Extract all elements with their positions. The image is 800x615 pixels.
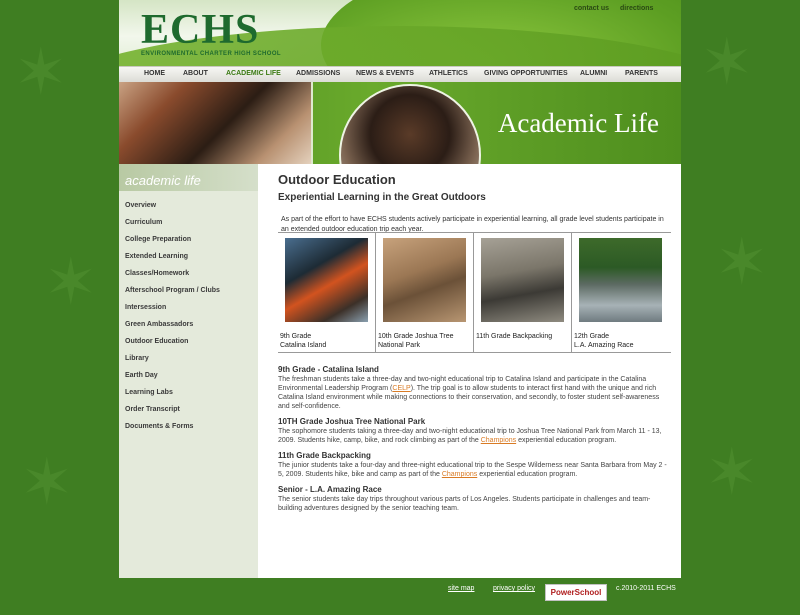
nav-item-news-events[interactable]: NEWS & EVENTS [356,70,414,77]
school-logo[interactable]: ECHS ENVIRONMENTAL CHARTER HIGH SCHOOL [141,7,281,57]
sidebar-item-extended-learning[interactable]: Extended Learning [125,253,188,260]
nav-item-home[interactable]: HOME [144,70,165,77]
nav-item-about[interactable]: ABOUT [183,70,208,77]
photo-catalina[interactable] [285,238,368,322]
site-map-link[interactable]: site map [448,585,474,592]
contact-us-link[interactable]: contact us [574,5,609,12]
photo-caption: 12th Grade L.A. Amazing Race [574,333,634,349]
privacy-policy-link[interactable]: privacy policy [493,585,535,592]
nav-item-giving-opportunities[interactable]: GIVING OPPORTUNITIES [484,70,568,77]
sidebar-item-intersession[interactable]: Intersession [125,304,166,311]
sidebar-item-college-preparation[interactable]: College Preparation [125,236,191,243]
background-leaf-icon: ✶ [715,226,769,298]
section-heading: 9th Grade - Catalina Island [278,365,379,374]
section-text: The senior students take day trips throu… [278,496,651,512]
photo-caption: 10th Grade Joshua Tree National Park [378,333,454,349]
page-container: ECHS ENVIRONMENTAL CHARTER HIGH SCHOOL c… [119,0,681,578]
section-9th-grade: 9th Grade - Catalina Island The freshman… [278,364,670,411]
sidebar-item-green-ambassadors[interactable]: Green Ambassadors [125,321,193,328]
nav-item-academic-life[interactable]: ACADEMIC LIFE [226,70,281,77]
background-leaf-icon: ✶ [705,436,759,508]
photo-caption: 9th Grade Catalina Island [280,333,327,349]
powerschool-badge[interactable]: PowerSchool [545,584,607,601]
sidebar-item-earth-day[interactable]: Earth Day [125,372,158,379]
directions-link[interactable]: directions [620,5,653,12]
champions-link[interactable]: Champions [442,471,477,478]
celp-link[interactable]: CELP [392,385,410,392]
nav-item-admissions[interactable]: ADMISSIONS [296,70,340,77]
section-11th-grade: 11th Grade Backpacking The junior studen… [278,450,670,479]
photo-cell: 9th Grade Catalina Island [278,233,375,352]
page-banner: Academic Life [119,82,681,164]
sidebar: academic life Overview Curriculum Colleg… [119,164,258,578]
main-nav: HOME ABOUT ACADEMIC LIFE ADMISSIONS NEWS… [119,66,681,83]
page-subtitle: Experiential Learning in the Great Outdo… [278,192,486,203]
sidebar-item-curriculum[interactable]: Curriculum [125,219,162,226]
photo-cell: 12th Grade L.A. Amazing Race [571,233,669,352]
photo-gallery: 9th Grade Catalina Island 10th Grade Jos… [278,232,671,353]
background-leaf-icon: ✶ [700,26,754,98]
section-heading: Senior - L.A. Amazing Race [278,485,382,494]
banner-title: Academic Life [497,108,659,138]
photo-backpacking[interactable] [481,238,564,322]
photo-caption: 11th Grade Backpacking [476,333,553,340]
section-text: The sophomore students taking a three-da… [278,428,662,444]
banner-photo-students [119,82,313,164]
background-leaf-icon: ✶ [14,36,68,108]
nav-item-alumni[interactable]: ALUMNI [580,70,607,77]
background-leaf-icon: ✶ [44,246,98,318]
page-title: Outdoor Education [278,172,396,187]
sidebar-item-outdoor-education[interactable]: Outdoor Education [125,338,188,345]
champions-link[interactable]: Champions [481,437,516,444]
photo-cell: 11th Grade Backpacking [473,233,571,352]
copyright-text: c.2010-2011 ECHS [616,585,676,592]
sidebar-header: academic life [119,164,258,191]
section-heading: 11th Grade Backpacking [278,451,371,460]
section-text: The junior students take a four-day and … [278,462,667,478]
sidebar-item-classes-homework[interactable]: Classes/Homework [125,270,189,277]
photo-amazing-race[interactable] [579,238,662,322]
logo-text: ECHS [141,7,260,53]
banner-photo-classroom [339,84,481,164]
sidebar-item-order-transcript[interactable]: Order Transcript [125,406,180,413]
section-senior: Senior - L.A. Amazing Race The senior st… [278,484,670,513]
main-content: Outdoor Education Experiential Learning … [278,170,671,512]
logo-subtitle: ENVIRONMENTAL CHARTER HIGH SCHOOL [141,51,281,57]
nav-item-parents[interactable]: PARENTS [625,70,658,77]
background-leaf-icon: ✶ [20,446,74,518]
section-heading: 10TH Grade Joshua Tree National Park [278,417,426,426]
section-text: The freshman students take a three-day a… [278,376,660,410]
sidebar-item-afterschool-clubs[interactable]: Afterschool Program / Clubs [125,287,220,294]
photo-cell: 10th Grade Joshua Tree National Park [375,233,473,352]
sidebar-item-overview[interactable]: Overview [125,202,156,209]
photo-joshua-tree[interactable] [383,238,466,322]
nav-item-athletics[interactable]: ATHLETICS [429,70,468,77]
sidebar-item-learning-labs[interactable]: Learning Labs [125,389,173,396]
site-header: ECHS ENVIRONMENTAL CHARTER HIGH SCHOOL c… [119,0,681,66]
sidebar-item-library[interactable]: Library [125,355,149,362]
section-10th-grade: 10TH Grade Joshua Tree National Park The… [278,416,670,445]
sidebar-item-documents-forms[interactable]: Documents & Forms [125,423,193,430]
